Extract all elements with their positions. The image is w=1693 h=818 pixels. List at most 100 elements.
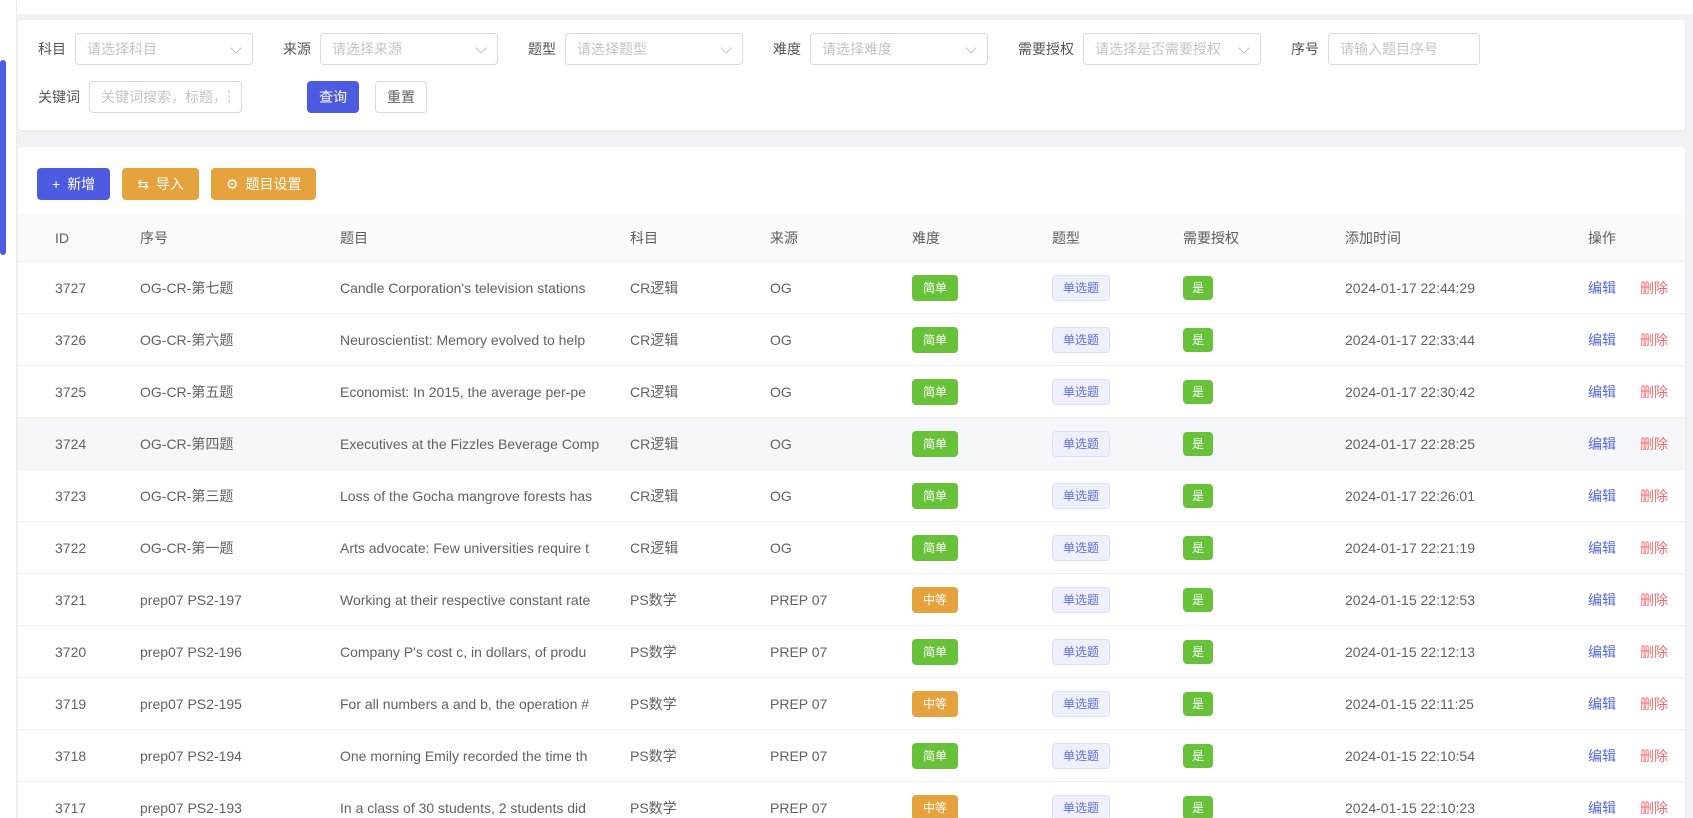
edit-link[interactable]: 编辑	[1588, 800, 1616, 816]
cell-need-auth: 是	[1183, 744, 1345, 768]
cell-serial: OG-CR-第五题	[140, 382, 340, 402]
table-row: 3726OG-CR-第六题Neuroscientist: Memory evol…	[18, 314, 1685, 366]
cell-subject: CR逻辑	[630, 538, 770, 558]
source-select[interactable]	[320, 33, 498, 65]
cell-need-auth: 是	[1183, 692, 1345, 716]
difficulty-badge: 简单	[912, 483, 958, 509]
add-button[interactable]: + 新增	[37, 168, 110, 200]
filter-panel: 科目 来源 题型 难度	[18, 20, 1685, 130]
delete-link[interactable]: 删除	[1640, 592, 1668, 608]
cell-question-type: 单选题	[1052, 483, 1183, 509]
need-auth-badge: 是	[1183, 692, 1213, 716]
question-type-select[interactable]	[565, 33, 743, 65]
question-type-badge: 单选题	[1052, 587, 1110, 613]
cell-title: Economist: In 2015, the average per-pe	[340, 384, 630, 400]
question-type-badge: 单选题	[1052, 795, 1110, 818]
sidebar-scrollbar-thumb[interactable]	[0, 60, 6, 255]
keyword-input[interactable]	[89, 81, 242, 113]
cell-source: PREP 07	[770, 592, 912, 608]
cell-subject: CR逻辑	[630, 486, 770, 506]
cell-need-auth: 是	[1183, 484, 1345, 508]
table-row: 3724OG-CR-第四题Executives at the Fizzles B…	[18, 418, 1685, 470]
edit-link[interactable]: 编辑	[1588, 436, 1616, 452]
question-settings-button[interactable]: ⚙ 题目设置	[211, 168, 317, 200]
search-button[interactable]: 查询	[307, 81, 359, 113]
cell-id: 3725	[55, 384, 140, 400]
cell-question-type: 单选题	[1052, 691, 1183, 717]
filter-row-2: 关键词 查询 重置	[38, 81, 1685, 113]
need-auth-badge: 是	[1183, 380, 1213, 404]
import-button[interactable]: ⇆ 导入	[122, 168, 199, 200]
cell-difficulty: 简单	[912, 743, 1052, 769]
difficulty-select-input[interactable]	[810, 33, 988, 65]
delete-link[interactable]: 删除	[1640, 644, 1668, 660]
cell-need-auth: 是	[1183, 588, 1345, 612]
keyword-label: 关键词	[38, 87, 80, 107]
cell-need-auth: 是	[1183, 796, 1345, 818]
cell-difficulty: 简单	[912, 535, 1052, 561]
cell-title: Loss of the Gocha mangrove forests has	[340, 488, 630, 504]
cell-source: PREP 07	[770, 644, 912, 660]
header-added-time: 添加时间	[1345, 228, 1588, 248]
need-auth-badge: 是	[1183, 640, 1213, 664]
subject-label: 科目	[38, 39, 66, 59]
need-auth-select[interactable]	[1083, 33, 1261, 65]
table-row: 3718prep07 PS2-194One morning Emily reco…	[18, 730, 1685, 782]
difficulty-badge: 简单	[912, 639, 958, 665]
cell-question-type: 单选题	[1052, 379, 1183, 405]
subject-select[interactable]	[75, 33, 253, 65]
question-table-panel: + 新增 ⇆ 导入 ⚙ 题目设置 ID 序号 题目 科目 来源 难度 题型 需要…	[18, 147, 1685, 818]
delete-link[interactable]: 删除	[1640, 384, 1668, 400]
filter-serial: 序号	[1291, 33, 1480, 65]
delete-link[interactable]: 删除	[1640, 280, 1668, 296]
cell-serial: OG-CR-第一题	[140, 538, 340, 558]
question-type-select-input[interactable]	[565, 33, 743, 65]
cell-added-time: 2024-01-17 22:44:29	[1345, 280, 1588, 296]
cell-question-type: 单选题	[1052, 639, 1183, 665]
cell-added-time: 2024-01-17 22:28:25	[1345, 436, 1588, 452]
question-type-badge: 单选题	[1052, 431, 1110, 457]
delete-link[interactable]: 删除	[1640, 436, 1668, 452]
cell-id: 3722	[55, 540, 140, 556]
source-select-input[interactable]	[320, 33, 498, 65]
question-type-badge: 单选题	[1052, 327, 1110, 353]
edit-link[interactable]: 编辑	[1588, 280, 1616, 296]
question-type-badge: 单选题	[1052, 639, 1110, 665]
difficulty-badge: 中等	[912, 691, 958, 717]
delete-link[interactable]: 删除	[1640, 540, 1668, 556]
edit-link[interactable]: 编辑	[1588, 696, 1616, 712]
cell-subject: PS数学	[630, 642, 770, 662]
cell-serial: prep07 PS2-195	[140, 696, 340, 712]
delete-link[interactable]: 删除	[1640, 332, 1668, 348]
cell-added-time: 2024-01-15 22:10:54	[1345, 748, 1588, 764]
cell-title: Neuroscientist: Memory evolved to help	[340, 332, 630, 348]
reset-button[interactable]: 重置	[375, 81, 427, 113]
question-type-badge: 单选题	[1052, 535, 1110, 561]
filter-row-1: 科目 来源 题型 难度	[38, 33, 1685, 65]
edit-link[interactable]: 编辑	[1588, 540, 1616, 556]
cell-serial: prep07 PS2-193	[140, 800, 340, 816]
edit-link[interactable]: 编辑	[1588, 644, 1616, 660]
edit-link[interactable]: 编辑	[1588, 748, 1616, 764]
cell-actions: 编辑 删除	[1588, 590, 1685, 610]
difficulty-select[interactable]	[810, 33, 988, 65]
subject-select-input[interactable]	[75, 33, 253, 65]
need-auth-select-input[interactable]	[1083, 33, 1261, 65]
edit-link[interactable]: 编辑	[1588, 488, 1616, 504]
cell-source: PREP 07	[770, 800, 912, 816]
serial-input[interactable]	[1328, 33, 1480, 65]
edit-link[interactable]: 编辑	[1588, 332, 1616, 348]
delete-link[interactable]: 删除	[1640, 488, 1668, 504]
delete-link[interactable]: 删除	[1640, 800, 1668, 816]
edit-link[interactable]: 编辑	[1588, 592, 1616, 608]
cell-need-auth: 是	[1183, 432, 1345, 456]
cell-added-time: 2024-01-15 22:11:25	[1345, 696, 1588, 712]
cell-actions: 编辑 删除	[1588, 382, 1685, 402]
difficulty-badge: 简单	[912, 327, 958, 353]
cell-need-auth: 是	[1183, 276, 1345, 300]
edit-link[interactable]: 编辑	[1588, 384, 1616, 400]
filter-difficulty: 难度	[773, 33, 988, 65]
delete-link[interactable]: 删除	[1640, 696, 1668, 712]
cell-serial: prep07 PS2-196	[140, 644, 340, 660]
delete-link[interactable]: 删除	[1640, 748, 1668, 764]
